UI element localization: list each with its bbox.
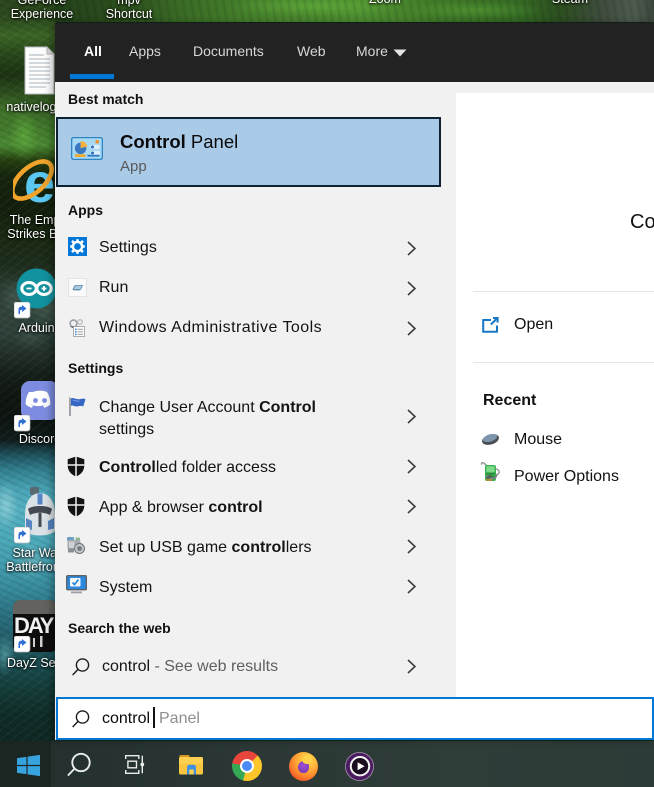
svg-text:DAY: DAY — [14, 613, 55, 638]
